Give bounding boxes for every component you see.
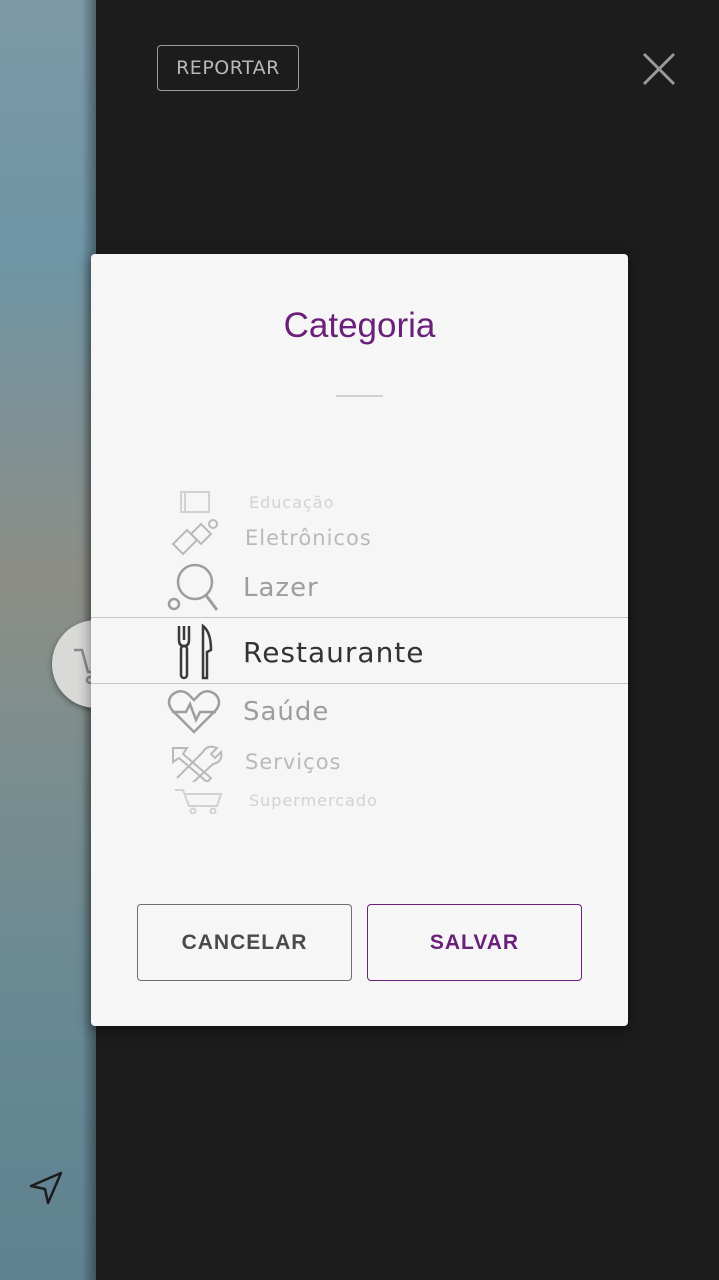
cancel-button[interactable]: CANCELAR xyxy=(137,904,352,981)
ping-pong-icon xyxy=(167,563,219,611)
cart-icon xyxy=(175,789,223,814)
close-icon[interactable] xyxy=(640,50,678,88)
tools-icon xyxy=(172,745,223,782)
category-label: Serviços xyxy=(245,750,342,774)
report-button[interactable]: REPORTAR xyxy=(157,45,299,91)
category-item-lazer[interactable]: Lazer xyxy=(91,562,628,614)
category-item-educacao[interactable]: Educação xyxy=(91,489,628,515)
category-item-restaurante[interactable]: Restaurante xyxy=(91,622,628,682)
save-button[interactable]: SALVAR xyxy=(367,904,582,981)
category-label: Eletrônicos xyxy=(245,526,372,550)
category-label: Saúde xyxy=(243,697,330,727)
category-item-supermercado[interactable]: Supermercado xyxy=(91,786,628,814)
category-item-servicos[interactable]: Serviços xyxy=(91,742,628,782)
category-item-saude[interactable]: Saúde xyxy=(91,686,628,738)
category-item-eletronicos[interactable]: Eletrônicos xyxy=(91,518,628,558)
fork-knife-icon xyxy=(177,623,213,680)
category-label: Educação xyxy=(249,492,335,512)
category-label: Lazer xyxy=(243,573,319,603)
category-label: Supermercado xyxy=(249,790,378,810)
book-icon xyxy=(180,491,210,513)
heart-pulse-icon xyxy=(167,690,221,734)
category-label: Restaurante xyxy=(243,635,425,669)
selection-indicator-bottom xyxy=(91,683,628,684)
navigation-arrow-icon[interactable] xyxy=(28,1170,64,1206)
category-dialog: Categoria Educação Eletrônicos Lazer Res… xyxy=(91,254,628,1026)
usb-plug-icon xyxy=(171,519,218,556)
dialog-title: Categoria xyxy=(283,306,436,345)
selection-indicator-top xyxy=(91,617,628,618)
title-divider xyxy=(336,395,383,397)
